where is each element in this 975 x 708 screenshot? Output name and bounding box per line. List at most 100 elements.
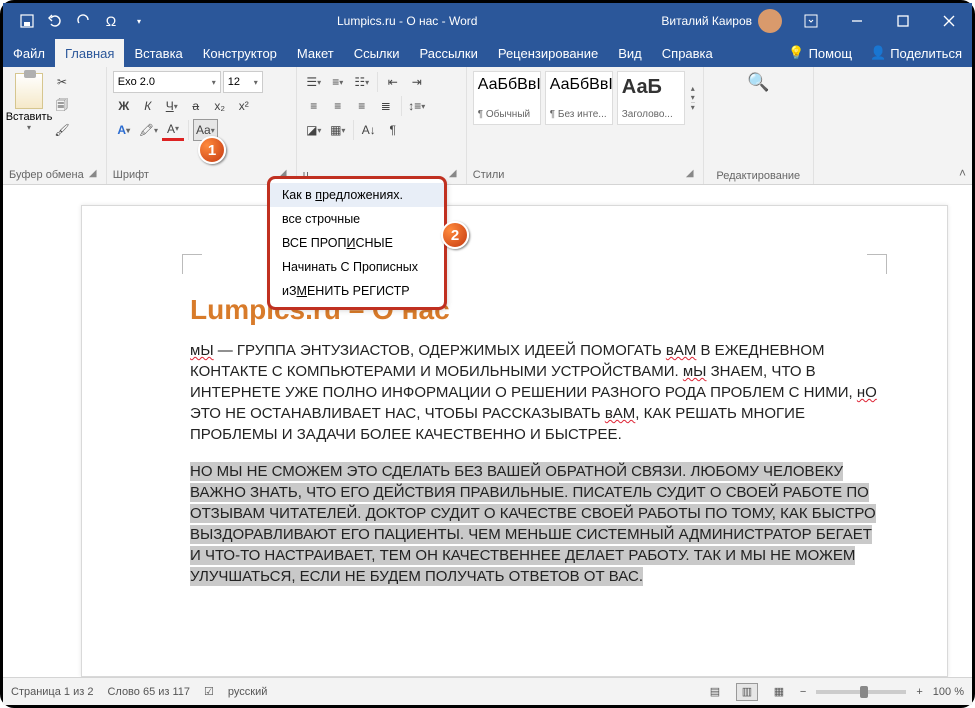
shading-icon[interactable]: ◪▾ — [303, 119, 325, 141]
tab-ссылки[interactable]: Ссылки — [344, 39, 410, 67]
font-size-combo[interactable]: 12▾ — [223, 71, 263, 93]
style-preview[interactable]: АаБбВвІ¶ Обычный — [473, 71, 541, 125]
tab-рецензирование[interactable]: Рецензирование — [488, 39, 608, 67]
status-words[interactable]: Слово 65 из 117 — [107, 686, 190, 698]
group-styles: АаБбВвІ¶ ОбычныйАаБбВвІ¶ Без инте...АаБЗ… — [467, 67, 704, 184]
zoom-level[interactable]: 100 % — [933, 686, 964, 698]
font-color-icon[interactable]: A▾ — [162, 119, 184, 141]
case-menu-item[interactable]: Начинать С Прописных — [270, 255, 444, 279]
tab-главная[interactable]: Главная — [55, 39, 124, 67]
bullets-icon[interactable]: ☰▾ — [303, 71, 325, 93]
tab-вставка[interactable]: Вставка — [124, 39, 192, 67]
group-paragraph: ☰▾ ≡▾ ☷▾ ⇤ ⇥ ≡ ≡ ≡ ≣ ↕≡▾ ◪▾ ▦▾ A↓ ¶ ц◢ — [297, 67, 467, 184]
style-preview[interactable]: АаБбВвІ¶ Без инте... — [545, 71, 613, 125]
zoom-out-icon[interactable]: − — [800, 686, 806, 698]
collapse-ribbon-icon[interactable]: ˄ — [959, 166, 966, 180]
view-print-icon[interactable]: ▥ — [736, 683, 758, 701]
user-account[interactable]: Виталий Каиров — [661, 9, 782, 33]
strike-button[interactable]: a — [185, 95, 207, 117]
tab-рассылки[interactable]: Рассылки — [409, 39, 487, 67]
callout-1: 1 — [198, 136, 226, 164]
change-case-menu: Как в предложениях.все строчныеВСЕ ПРОПИ… — [269, 178, 445, 308]
case-menu-item[interactable]: все строчные — [270, 207, 444, 231]
copy-icon[interactable]: 🗐 — [51, 95, 73, 117]
tab-макет[interactable]: Макет — [287, 39, 344, 67]
group-label: Буфер обмена — [9, 169, 84, 181]
align-center-icon[interactable]: ≡ — [327, 95, 349, 117]
style-preview[interactable]: АаБЗаголово... — [617, 71, 685, 125]
status-language[interactable]: русский — [228, 686, 267, 698]
window-controls — [788, 3, 972, 39]
superscript-button[interactable]: x² — [233, 95, 255, 117]
qat-customize-icon[interactable]: ▾ — [125, 7, 153, 35]
status-page[interactable]: Страница 1 из 2 — [11, 686, 93, 698]
close-icon[interactable] — [926, 3, 972, 39]
line-spacing-icon[interactable]: ↕≡▾ — [406, 95, 428, 117]
clipboard-icon — [15, 73, 43, 109]
sort-icon[interactable]: A↓ — [358, 119, 380, 141]
zoom-in-icon[interactable]: + — [916, 686, 922, 698]
group-editing: 🔍 Редактирование — [704, 67, 814, 184]
find-icon[interactable]: 🔍 — [745, 71, 771, 93]
indent-icon[interactable]: ⇥ — [406, 71, 428, 93]
zoom-slider[interactable] — [816, 690, 906, 694]
group-label: Стили — [473, 169, 505, 181]
dialog-launcher-icon[interactable]: ◢ — [446, 168, 460, 182]
outdent-icon[interactable]: ⇤ — [382, 71, 404, 93]
document-content[interactable]: Lumpics.ru – О нас мЫ — ГРУППА ЭНТУЗИАСТ… — [190, 294, 879, 603]
share-icon: 👤 — [870, 45, 886, 61]
group-font: Exo 2.0▾ 12▾ Ж К Ч▾ a x₂ x² A▾ 🖍▾ A▾ Aa▾… — [107, 67, 297, 184]
italic-button[interactable]: К — [137, 95, 159, 117]
share-button[interactable]: 👤 Поделиться — [860, 39, 972, 67]
align-right-icon[interactable]: ≡ — [351, 95, 373, 117]
dialog-launcher-icon[interactable]: ◢ — [683, 168, 697, 182]
paste-button[interactable]: Вставить ▾ — [9, 73, 49, 139]
window-title: Lumpics.ru - О нас - Word — [153, 14, 661, 28]
tab-конструктор[interactable]: Конструктор — [193, 39, 287, 67]
save-icon[interactable] — [13, 7, 41, 35]
minimize-icon[interactable] — [834, 3, 880, 39]
document-area: Lumpics.ru – О нас мЫ — ГРУППА ЭНТУЗИАСТ… — [3, 185, 972, 677]
tab-вид[interactable]: Вид — [608, 39, 652, 67]
status-proofing-icon[interactable]: ☑ — [204, 685, 214, 698]
show-marks-icon[interactable]: ¶ — [382, 119, 404, 141]
tell-me[interactable]: 💡 Помощ — [780, 39, 860, 67]
view-read-icon[interactable]: ▤ — [704, 683, 726, 701]
view-web-icon[interactable]: ▦ — [768, 683, 790, 701]
format-painter-icon[interactable]: 🖌 — [51, 119, 73, 141]
group-label: Редактирование — [716, 170, 800, 182]
case-menu-item[interactable]: Как в предложениях. — [270, 183, 444, 207]
case-menu-item[interactable]: ВСЕ ПРОПИСНЫЕ — [270, 231, 444, 255]
undo-icon[interactable] — [41, 7, 69, 35]
bulb-icon: 💡 — [788, 45, 804, 61]
page[interactable]: Lumpics.ru – О нас мЫ — ГРУППА ЭНТУЗИАСТ… — [81, 205, 948, 677]
maximize-icon[interactable] — [880, 3, 926, 39]
borders-icon[interactable]: ▦▾ — [327, 119, 349, 141]
user-name: Виталий Каиров — [661, 14, 752, 28]
cut-icon[interactable]: ✂ — [51, 71, 73, 93]
margin-corner-icon — [182, 254, 202, 274]
bold-button[interactable]: Ж — [113, 95, 135, 117]
underline-button[interactable]: Ч▾ — [161, 95, 183, 117]
tab-file[interactable]: Файл — [3, 39, 55, 67]
case-menu-item[interactable]: иЗМЕНИТЬ РЕГИСТР — [270, 279, 444, 303]
redo-icon[interactable] — [69, 7, 97, 35]
highlight-icon[interactable]: 🖍▾ — [137, 119, 160, 141]
text-effects-icon[interactable]: A▾ — [113, 119, 135, 141]
justify-icon[interactable]: ≣ — [375, 95, 397, 117]
quick-access-toolbar: Ω ▾ — [3, 7, 153, 35]
multilevel-icon[interactable]: ☷▾ — [351, 71, 373, 93]
paragraph-selected: НО МЫ НЕ СМОЖЕМ ЭТО СДЕЛАТЬ БЕЗ ВАШЕЙ ОБ… — [190, 461, 879, 587]
align-left-icon[interactable]: ≡ — [303, 95, 325, 117]
dialog-launcher-icon[interactable]: ◢ — [86, 168, 100, 182]
numbering-icon[interactable]: ≡▾ — [327, 71, 349, 93]
ribbon-tabs: Файл ГлавнаяВставкаКонструкторМакетСсылк… — [3, 39, 972, 67]
tab-справка[interactable]: Справка — [652, 39, 723, 67]
avatar-icon — [758, 9, 782, 33]
symbol-icon[interactable]: Ω — [97, 7, 125, 35]
styles-more-icon[interactable]: ▴▾▾ — [689, 84, 697, 112]
ribbon-options-icon[interactable] — [788, 3, 834, 39]
subscript-button[interactable]: x₂ — [209, 95, 231, 117]
group-clipboard: Вставить ▾ ✂ 🗐 🖌 Буфер обмена◢ — [3, 67, 107, 184]
font-name-combo[interactable]: Exo 2.0▾ — [113, 71, 221, 93]
